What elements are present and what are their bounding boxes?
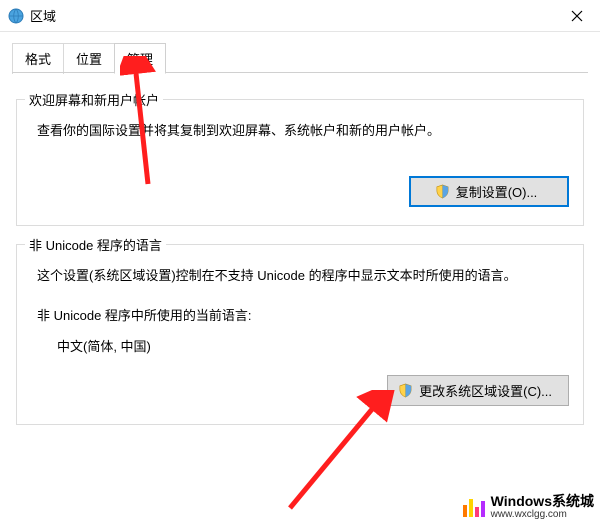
group-welcome-desc: 查看你的国际设置并将其复制到欢迎屏幕、系统帐户和新的用户帐户。 [37, 120, 569, 142]
group-welcome-legend: 欢迎屏幕和新用户帐户 [25, 90, 163, 109]
close-icon [571, 10, 583, 22]
watermark-bars-icon [463, 497, 485, 517]
watermark-brand: Windows系统城 [491, 494, 594, 509]
tab-panel: 欢迎屏幕和新用户帐户 查看你的国际设置并将其复制到欢迎屏幕、系统帐户和新的用户帐… [0, 73, 600, 425]
tab-format[interactable]: 格式 [12, 43, 64, 74]
tab-baseline [12, 72, 588, 73]
change-system-locale-label: 更改系统区域设置(C)... [419, 381, 552, 400]
uac-shield-icon [435, 184, 450, 199]
window-title: 区域 [30, 6, 56, 25]
group-non-unicode-legend: 非 Unicode 程序的语言 [25, 235, 166, 254]
titlebar: 区域 [0, 0, 600, 32]
current-language-value: 中文(简体, 中国) [57, 336, 569, 355]
group-welcome-screen: 欢迎屏幕和新用户帐户 查看你的国际设置并将其复制到欢迎屏幕、系统帐户和新的用户帐… [16, 99, 584, 226]
tab-location[interactable]: 位置 [63, 43, 115, 74]
current-language-label: 非 Unicode 程序中所使用的当前语言: [37, 305, 569, 324]
uac-shield-icon [398, 383, 413, 398]
region-icon [8, 8, 24, 24]
group-non-unicode-desc: 这个设置(系统区域设置)控制在不支持 Unicode 的程序中显示文本时所使用的… [37, 265, 569, 287]
close-button[interactable] [554, 0, 600, 32]
copy-settings-button[interactable]: 复制设置(O)... [409, 176, 569, 207]
tab-administrative[interactable]: 管理 [114, 43, 166, 74]
copy-settings-label: 复制设置(O)... [456, 182, 538, 201]
watermark-url: www.wxclgg.com [491, 509, 594, 520]
watermark: Windows系统城 www.wxclgg.com [463, 494, 594, 520]
group-non-unicode: 非 Unicode 程序的语言 这个设置(系统区域设置)控制在不支持 Unico… [16, 244, 584, 425]
change-system-locale-button[interactable]: 更改系统区域设置(C)... [387, 375, 569, 406]
tab-bar: 格式 位置 管理 [0, 32, 600, 73]
